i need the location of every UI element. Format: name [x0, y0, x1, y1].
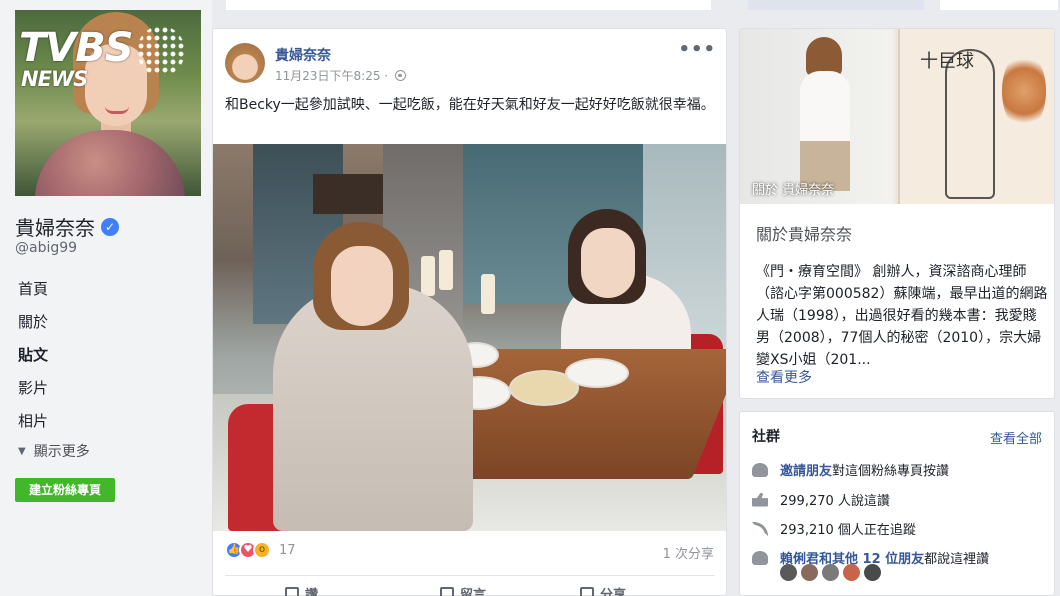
community-card: 社群 查看全部 邀請朋友 對這個粉絲專頁按讚 299,270 人說這讚 293,… — [739, 411, 1055, 596]
tvbs-logo-main: TVBS — [19, 25, 134, 71]
nav-item-about[interactable]: 關於 — [0, 306, 212, 339]
left-sidebar: TVBS NEWS 貴婦奈奈 ✓ @abig99 首頁 關於 貼文 影片 相片 … — [0, 0, 212, 596]
post-card: 貴婦奈奈 11月23日下午8:25 · ••• 和Becky一起參加試映、一起吃… — [212, 28, 727, 596]
community-title: 社群 — [752, 429, 780, 445]
friend-avatar[interactable] — [780, 564, 797, 581]
page-nav: 首頁 關於 貼文 影片 相片 — [0, 273, 212, 438]
photo-candle-2 — [439, 250, 453, 290]
page-name[interactable]: 貴婦奈奈 ✓ — [15, 212, 119, 241]
thumbs-up-icon — [752, 492, 768, 507]
top-strip-1 — [226, 0, 711, 10]
page-name-text[interactable]: 貴婦奈奈 — [15, 212, 95, 241]
post-text: 和Becky一起參加試映、一起吃飯，能在好天氣和好友一起好好吃飯就很幸福。 — [225, 97, 715, 113]
comment-button-label: 留言 — [460, 588, 487, 596]
photo-woman-left-face — [331, 246, 393, 326]
friend-avatar[interactable] — [822, 564, 839, 581]
comment-button[interactable]: 留言 — [440, 584, 486, 596]
post-action-bar: 讚 留言 分享 — [225, 575, 715, 596]
about-image-caption: 關於 貴婦奈奈 — [752, 183, 835, 198]
photo-candle-3 — [481, 274, 495, 314]
community-likes-row: 299,270 人說這讚 — [752, 490, 890, 509]
like-button-label: 讚 — [305, 588, 319, 596]
nav-see-more-label: 顯示更多 — [33, 444, 90, 460]
friend-avatar[interactable] — [843, 564, 860, 581]
nav-item-videos[interactable]: 影片 — [0, 372, 212, 405]
invite-friends-icon — [752, 462, 768, 477]
post-photo[interactable] — [213, 144, 726, 531]
create-page-button[interactable]: 建立粉絲專頁 — [15, 478, 115, 502]
about-card: 十巨球 關於 貴婦奈奈 關於貴婦奈奈 《門・療育空間》 創辦人，資深諮商心理師（… — [739, 28, 1055, 399]
nav-item-photos[interactable]: 相片 — [0, 405, 212, 438]
thumbs-up-icon — [285, 586, 299, 596]
share-button-label: 分享 — [600, 588, 627, 596]
friends-icon — [752, 550, 768, 565]
community-follows-row: 293,210 個人正在追蹤 — [752, 519, 916, 538]
post-reactions[interactable]: 👍 ♥ o 17 — [225, 541, 296, 559]
photo-plate-4 — [565, 358, 629, 388]
post-author-avatar[interactable] — [225, 43, 265, 83]
about-description: 《門・療育空間》 創辦人，資深諮商心理師（諮心字第000582）蘇陳端，最早出道… — [756, 264, 1048, 368]
invite-friends-rest: 對這個粉絲專頁按讚 — [832, 464, 950, 479]
invite-friends-link[interactable]: 邀請朋友 — [780, 460, 832, 479]
top-strip-3 — [940, 0, 1058, 10]
tvbs-logo-dots — [137, 26, 185, 76]
tvbs-logo-sub: NEWS — [21, 67, 88, 91]
about-cover-image[interactable]: 十巨球 關於 貴婦奈奈 — [740, 29, 1054, 204]
post-time-text[interactable]: 11月23日下午8:25 · — [275, 67, 388, 84]
photo-wine-shelf — [313, 174, 383, 214]
post-timestamp[interactable]: 11月23日下午8:25 · — [275, 67, 407, 84]
friend-avatars — [780, 564, 885, 581]
about-see-more-link[interactable]: 查看更多 — [756, 367, 812, 387]
share-count[interactable]: 1 次分享 — [663, 543, 714, 562]
verified-badge-icon: ✓ — [101, 217, 119, 236]
post-author-name[interactable]: 貴婦奈奈 — [275, 45, 331, 65]
photo-woman-right-face — [581, 228, 635, 298]
page-handle[interactable]: @abig99 — [15, 240, 77, 256]
share-button[interactable]: 分享 — [580, 584, 626, 596]
post-options-menu-icon[interactable]: ••• — [678, 39, 716, 60]
nav-item-posts[interactable]: 貼文 — [0, 339, 212, 372]
reaction-count[interactable]: 17 — [279, 543, 296, 558]
community-see-all-link[interactable]: 查看全部 — [990, 428, 1042, 447]
friend-avatar[interactable] — [801, 564, 818, 581]
friends-who-like-rest: 都說這裡讚 — [924, 552, 990, 567]
tvbs-news-logo: TVBS NEWS — [19, 25, 134, 91]
community-follows-text: 293,210 個人正在追蹤 — [780, 523, 916, 538]
profile-body — [35, 130, 185, 196]
community-likes-text: 299,270 人說這讚 — [780, 494, 890, 509]
top-strip-2 — [748, 0, 924, 10]
about-title[interactable]: 關於貴婦奈奈 — [756, 221, 852, 245]
page-profile-picture[interactable]: TVBS NEWS — [15, 10, 201, 196]
about-image-sketch-tree — [1002, 51, 1046, 131]
wow-reaction-icon: o — [253, 541, 271, 559]
nav-item-home[interactable]: 首頁 — [0, 273, 212, 306]
share-icon — [580, 586, 594, 596]
friend-avatar[interactable] — [864, 564, 881, 581]
nav-see-more[interactable]: ▼ 顯示更多 — [18, 441, 90, 461]
community-invite-row: 邀請朋友 對這個粉絲專頁按讚 — [752, 460, 949, 479]
follow-rss-icon — [752, 521, 768, 536]
caret-down-icon: ▼ — [18, 445, 26, 457]
like-button[interactable]: 讚 — [285, 584, 318, 596]
photo-candle-1 — [421, 256, 435, 296]
about-image-sketch-title: 十巨球 — [920, 51, 974, 72]
globe-icon — [395, 70, 407, 81]
comment-icon — [440, 586, 454, 596]
